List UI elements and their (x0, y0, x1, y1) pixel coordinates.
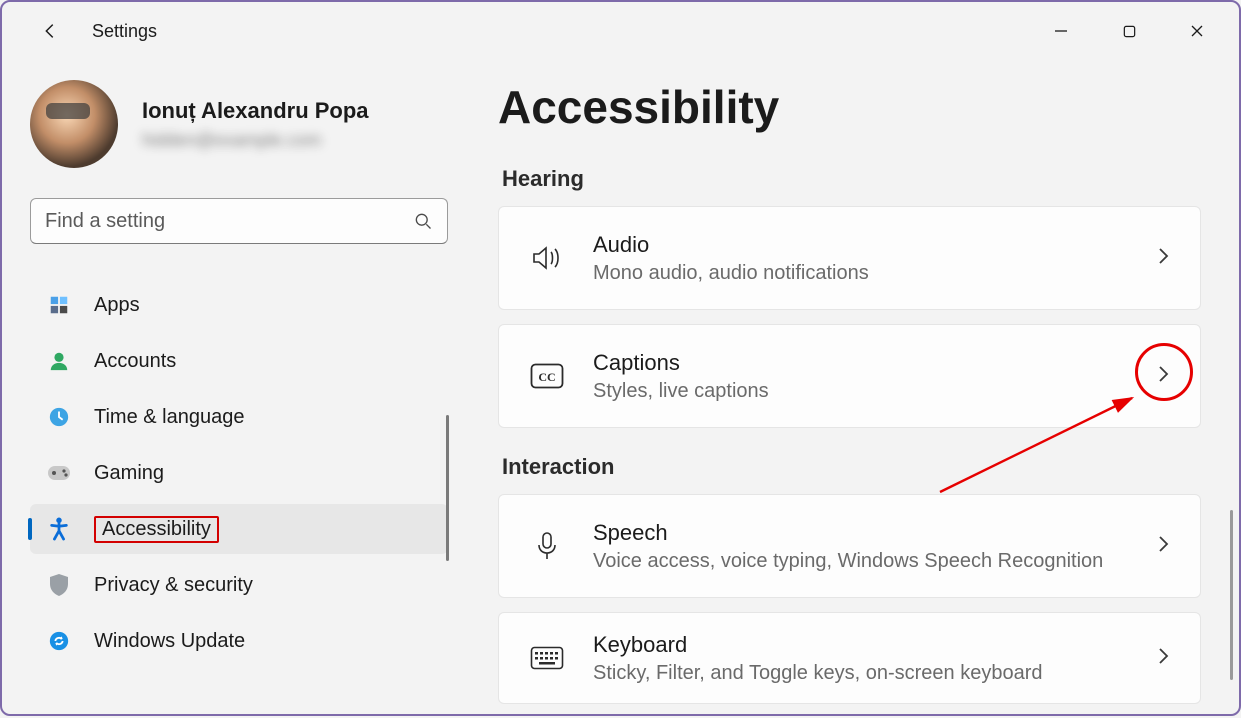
sidebar-item-label: Apps (94, 294, 140, 317)
page-title: Accessibility (498, 80, 1201, 134)
sidebar-item-label: Gaming (94, 462, 164, 485)
clock-icon (46, 404, 72, 430)
chevron-right-icon (1156, 364, 1170, 389)
sidebar-item-accounts[interactable]: Accounts (30, 336, 448, 386)
audio-icon (529, 244, 565, 272)
settings-card-captions[interactable]: CC Captions Styles, live captions (498, 324, 1201, 428)
svg-text:CC: CC (538, 370, 555, 384)
sidebar-item-label: Windows Update (94, 630, 245, 653)
search-input[interactable] (45, 210, 413, 233)
sidebar-item-privacy-security[interactable]: Privacy & security (30, 560, 448, 610)
avatar (30, 80, 118, 168)
sidebar-item-label: Accessibility (94, 516, 219, 543)
nav-list: Apps Accounts Time & language Gaming (30, 274, 448, 672)
mic-icon (529, 531, 565, 561)
minimize-button[interactable] (1047, 17, 1075, 45)
sidebar: Ionuț Alexandru Popa hidden@example.com … (2, 60, 462, 718)
apps-icon (46, 292, 72, 318)
sidebar-item-label: Accounts (94, 350, 176, 373)
sidebar-item-accessibility[interactable]: Accessibility (30, 504, 448, 554)
person-icon (46, 348, 72, 374)
card-subtitle: Mono audio, audio notifications (593, 262, 869, 285)
search-box[interactable] (30, 198, 448, 244)
card-title: Keyboard (593, 632, 1042, 658)
window-controls (1047, 17, 1219, 45)
close-button[interactable] (1183, 17, 1211, 45)
sidebar-scrollbar[interactable] (446, 415, 449, 561)
user-profile[interactable]: Ionuț Alexandru Popa hidden@example.com (30, 80, 448, 168)
update-icon (46, 628, 72, 654)
maximize-icon (1122, 24, 1137, 39)
chevron-right-icon (1156, 646, 1170, 671)
settings-card-audio[interactable]: Audio Mono audio, audio notifications (498, 206, 1201, 310)
main-panel: Accessibility Hearing Audio Mono audio, … (462, 60, 1239, 718)
card-subtitle: Sticky, Filter, and Toggle keys, on-scre… (593, 662, 1042, 685)
user-email: hidden@example.com (142, 130, 369, 151)
sidebar-item-label: Time & language (94, 406, 244, 429)
main-scrollbar[interactable] (1230, 510, 1233, 680)
sidebar-item-time-language[interactable]: Time & language (30, 392, 448, 442)
keyboard-icon (529, 646, 565, 670)
close-icon (1189, 23, 1205, 39)
sidebar-item-gaming[interactable]: Gaming (30, 448, 448, 498)
maximize-button[interactable] (1115, 17, 1143, 45)
back-button[interactable] (30, 11, 70, 51)
sidebar-item-label: Privacy & security (94, 574, 253, 597)
settings-card-speech[interactable]: Speech Voice access, voice typing, Windo… (498, 494, 1201, 598)
card-title: Captions (593, 350, 769, 376)
settings-card-keyboard[interactable]: Keyboard Sticky, Filter, and Toggle keys… (498, 612, 1201, 704)
section-heading-interaction: Interaction (502, 454, 1201, 480)
sidebar-item-windows-update[interactable]: Windows Update (30, 616, 448, 666)
card-subtitle: Voice access, voice typing, Windows Spee… (593, 550, 1103, 573)
sidebar-item-apps[interactable]: Apps (30, 280, 448, 330)
arrow-left-icon (39, 20, 61, 42)
gamepad-icon (46, 460, 72, 486)
accessibility-icon (46, 516, 72, 542)
chevron-right-icon (1156, 534, 1170, 559)
titlebar: Settings (2, 2, 1239, 60)
card-title: Speech (593, 520, 1103, 546)
cc-icon: CC (529, 363, 565, 389)
card-title: Audio (593, 232, 869, 258)
section-heading-hearing: Hearing (502, 166, 1201, 192)
app-title: Settings (92, 21, 157, 42)
card-subtitle: Styles, live captions (593, 380, 769, 403)
chevron-right-icon (1156, 246, 1170, 271)
search-icon (413, 211, 433, 231)
minimize-icon (1053, 23, 1069, 39)
user-name: Ionuț Alexandru Popa (142, 98, 369, 124)
shield-icon (46, 572, 72, 598)
